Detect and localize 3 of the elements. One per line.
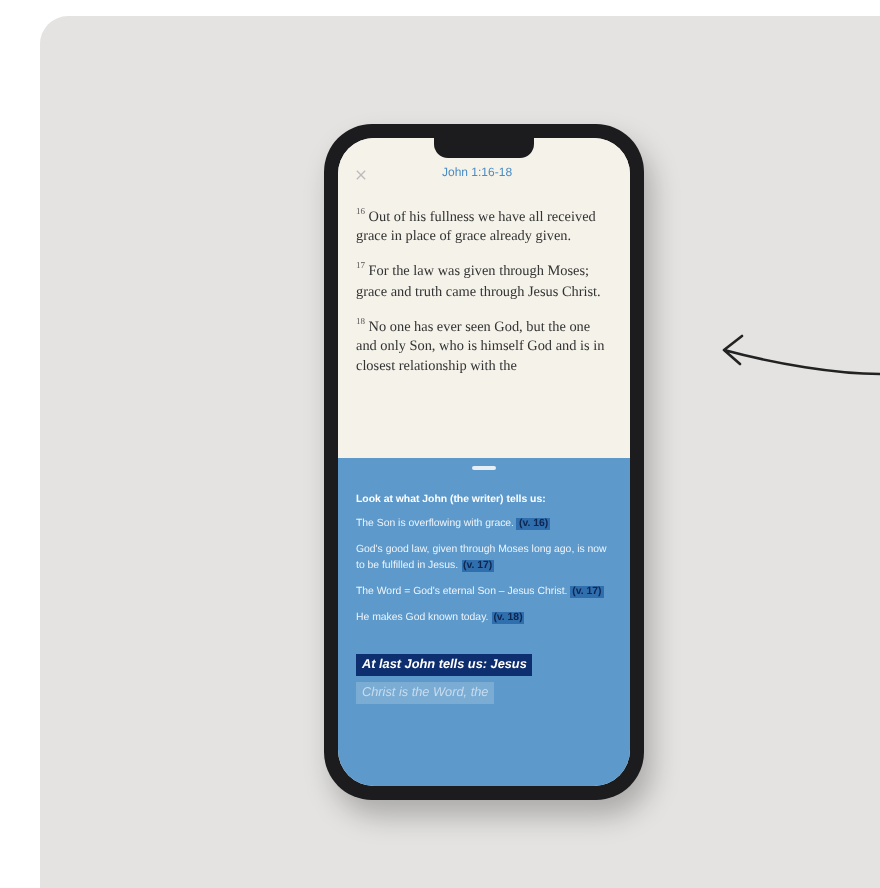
phone-notch	[434, 138, 534, 158]
drag-handle[interactable]	[472, 466, 496, 470]
close-icon[interactable]	[356, 169, 366, 179]
